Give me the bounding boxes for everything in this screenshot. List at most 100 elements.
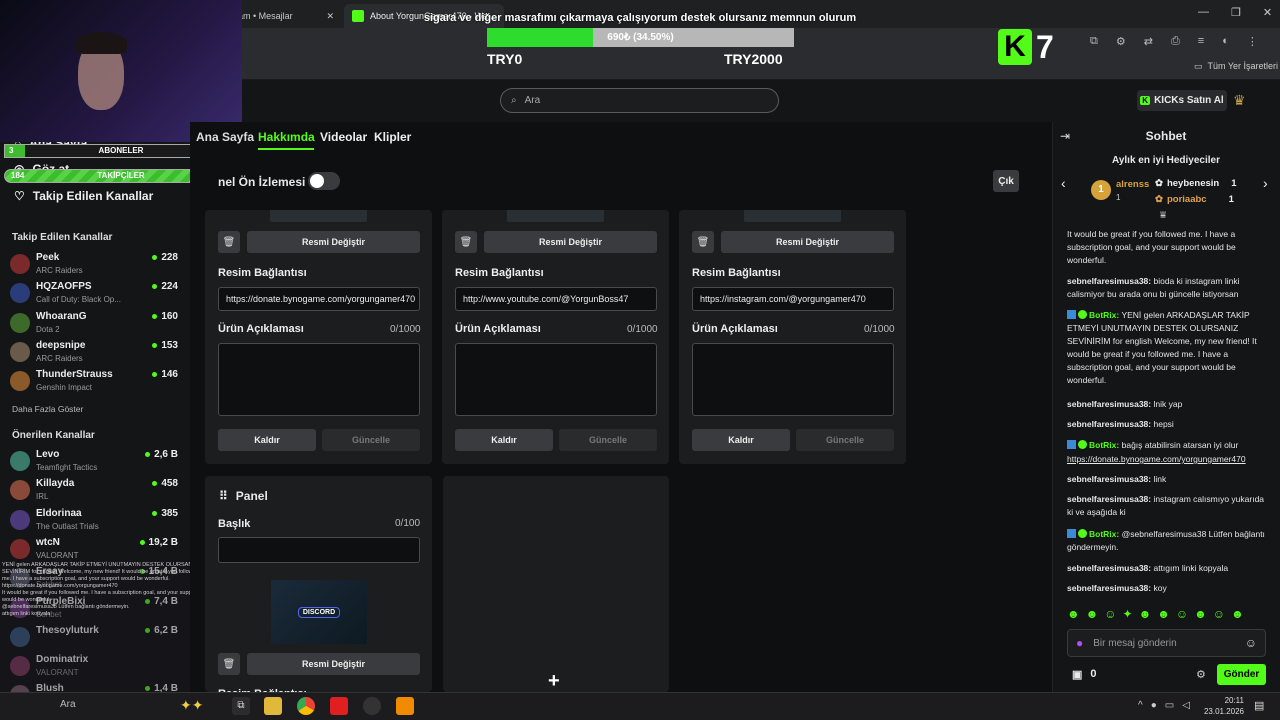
- extension-icon[interactable]: ⧉: [1090, 35, 1098, 48]
- chevron-up-icon[interactable]: ^: [1138, 700, 1143, 711]
- drag-handle-icon[interactable]: ⠿: [219, 489, 228, 503]
- channel-item[interactable]: Eldorinaa The Outlast Trials 385: [10, 508, 180, 536]
- taskbar-search-label[interactable]: Ara: [60, 699, 76, 710]
- translate-icon[interactable]: ⇄: [1144, 35, 1153, 48]
- clock[interactable]: 20:11 23.01.2026: [1200, 695, 1244, 717]
- chat-username[interactable]: sebnelfaresimusa38:: [1067, 474, 1151, 484]
- emoji-icon[interactable]: ☺: [1245, 636, 1257, 650]
- update-button[interactable]: Güncelle: [322, 429, 420, 451]
- trash-icon[interactable]: 🗑: [455, 231, 477, 253]
- chat-username[interactable]: sebnelfaresimusa38:: [1067, 276, 1151, 286]
- change-image-button[interactable]: Resmi Değiştir: [247, 231, 420, 253]
- tab-videos[interactable]: Videolar: [320, 130, 367, 144]
- prev-arrow-icon[interactable]: ‹: [1061, 175, 1066, 191]
- trash-icon[interactable]: 🗑: [692, 231, 714, 253]
- add-panel-icon[interactable]: +: [548, 670, 560, 693]
- channel-item[interactable]: HQZAOFPS Call of Duty: Black Op... 224: [10, 281, 180, 309]
- update-button[interactable]: Güncelle: [796, 429, 894, 451]
- next-arrow-icon[interactable]: ›: [1263, 175, 1268, 191]
- image-link-input[interactable]: https://donate.bynogame.com/yorgungamer4…: [218, 287, 420, 311]
- emote-icon[interactable]: ☻: [1139, 607, 1152, 621]
- trash-icon[interactable]: 🗑: [218, 231, 240, 253]
- sparkle-icon[interactable]: ✦✦: [180, 697, 203, 714]
- emote-icon[interactable]: ☻: [1231, 607, 1244, 621]
- obs-icon[interactable]: [363, 697, 381, 715]
- playlist-icon[interactable]: ≡: [1198, 35, 1204, 48]
- chrome-icon[interactable]: [297, 697, 315, 715]
- remove-button[interactable]: Kaldır: [218, 429, 316, 451]
- change-image-button[interactable]: Resmi Değiştir: [247, 653, 420, 675]
- channel-item[interactable]: WhoaranG Dota 2 160: [10, 311, 180, 339]
- image-link-input[interactable]: https://instagram.com/@yorgungamer470: [692, 287, 894, 311]
- emote-icon[interactable]: ☻: [1086, 607, 1099, 621]
- chat-username[interactable]: BotRix:: [1089, 310, 1119, 320]
- menu-icon[interactable]: ⋮: [1247, 35, 1258, 48]
- emote-icon[interactable]: ☺: [1213, 607, 1225, 621]
- nav-following[interactable]: ♡ Takip Edilen Kanallar: [14, 189, 153, 203]
- channel-item[interactable]: Levo Teamfight Tactics 2,6 B: [10, 449, 180, 477]
- update-button[interactable]: Güncelle: [559, 429, 657, 451]
- description-textarea[interactable]: [692, 343, 894, 416]
- chat-username[interactable]: sebnelfaresimusa38:: [1067, 399, 1151, 409]
- microphone-tray-icon[interactable]: ●: [1151, 700, 1157, 711]
- channel-item[interactable]: Peek ARC Raiders 228: [10, 252, 180, 280]
- buy-kicks-button[interactable]: K KICKs Satın Al: [1137, 90, 1227, 111]
- show-more-link[interactable]: Daha Fazla Göster: [12, 404, 83, 414]
- description-textarea[interactable]: [455, 343, 657, 416]
- vlc-icon[interactable]: [396, 697, 414, 715]
- emote-icon[interactable]: ☻: [1157, 607, 1170, 621]
- remove-button[interactable]: Kaldır: [692, 429, 790, 451]
- print-icon[interactable]: ⎙: [1171, 35, 1180, 48]
- notification-icon[interactable]: ▤: [1254, 699, 1264, 712]
- add-panel-card[interactable]: [443, 476, 669, 692]
- emote-icon[interactable]: ☻: [1067, 607, 1080, 621]
- gifter-name[interactable]: alrenss: [1116, 179, 1149, 190]
- chat-username[interactable]: sebnelfaresimusa38:: [1067, 494, 1151, 504]
- maximize-icon[interactable]: ❐: [1231, 6, 1241, 19]
- change-image-button[interactable]: Resmi Değiştir: [484, 231, 657, 253]
- microphone-icon[interactable]: ●: [1076, 636, 1083, 650]
- send-button[interactable]: Gönder: [1217, 664, 1266, 685]
- emote-icon[interactable]: ☻: [1194, 607, 1207, 621]
- close-window-icon[interactable]: ✕: [1263, 6, 1272, 19]
- exit-button[interactable]: Çık: [993, 170, 1019, 192]
- change-image-button[interactable]: Resmi Değiştir: [721, 231, 894, 253]
- image-link-input[interactable]: http://www.youtube.com/@YorgunBoss47: [455, 287, 657, 311]
- chat-username[interactable]: BotRix:: [1089, 440, 1119, 450]
- panel-preview-toggle[interactable]: [308, 172, 340, 190]
- crown-icon[interactable]: ♛: [1233, 92, 1246, 109]
- settings-icon[interactable]: ⚙: [1196, 668, 1206, 681]
- chat-username[interactable]: sebnelfaresimusa38:: [1067, 583, 1151, 593]
- remove-button[interactable]: Kaldır: [455, 429, 553, 451]
- tab-home[interactable]: Ana Sayfa: [196, 130, 254, 144]
- chat-text[interactable]: https://donate.bynogame.com/yorgungamer4…: [1067, 454, 1246, 464]
- description-textarea[interactable]: [218, 343, 420, 416]
- chat-input[interactable]: ● Bir mesaj gönderin ☺: [1067, 629, 1266, 657]
- chat-username[interactable]: BotRix:: [1089, 529, 1119, 539]
- chat-username[interactable]: sebnelfaresimusa38:: [1067, 563, 1151, 573]
- emote-icon[interactable]: ✦: [1123, 607, 1133, 621]
- minimize-icon[interactable]: —: [1198, 6, 1209, 19]
- file-explorer-icon[interactable]: [264, 697, 282, 715]
- channel-points[interactable]: ▣ 0: [1072, 668, 1097, 681]
- trash-icon[interactable]: 🗑: [218, 653, 240, 675]
- panel-title-input[interactable]: [218, 537, 420, 563]
- emote-icon[interactable]: ☺: [1104, 607, 1116, 621]
- search-input[interactable]: ⌕ Ara: [500, 88, 779, 113]
- emote-icon[interactable]: ☺: [1176, 607, 1188, 621]
- channel-item[interactable]: ThunderStrauss Genshin Impact 146: [10, 369, 180, 397]
- gifter-entry[interactable]: ✿ poriaabc 1: [1155, 194, 1234, 205]
- youtube-icon[interactable]: [330, 697, 348, 715]
- extension-icon[interactable]: ⚙: [1116, 35, 1126, 48]
- pinned-icon[interactable]: ⩸: [1160, 210, 1166, 221]
- tab-about[interactable]: Hakkımda: [258, 130, 315, 144]
- all-bookmarks[interactable]: ▭ Tüm Yer İşaretleri: [1194, 61, 1278, 72]
- task-view-icon[interactable]: ⧉: [232, 697, 250, 715]
- chat-username[interactable]: sebnelfaresimusa38:: [1067, 419, 1151, 429]
- volume-icon[interactable]: ◁: [1182, 700, 1190, 711]
- profile-icon[interactable]: ◐: [1222, 35, 1229, 48]
- network-icon[interactable]: ▭: [1165, 700, 1174, 711]
- channel-item[interactable]: deepsnipe ARC Raiders 153: [10, 340, 180, 368]
- tab-clips[interactable]: Klipler: [374, 130, 411, 144]
- channel-item[interactable]: Killayda IRL 458: [10, 478, 180, 506]
